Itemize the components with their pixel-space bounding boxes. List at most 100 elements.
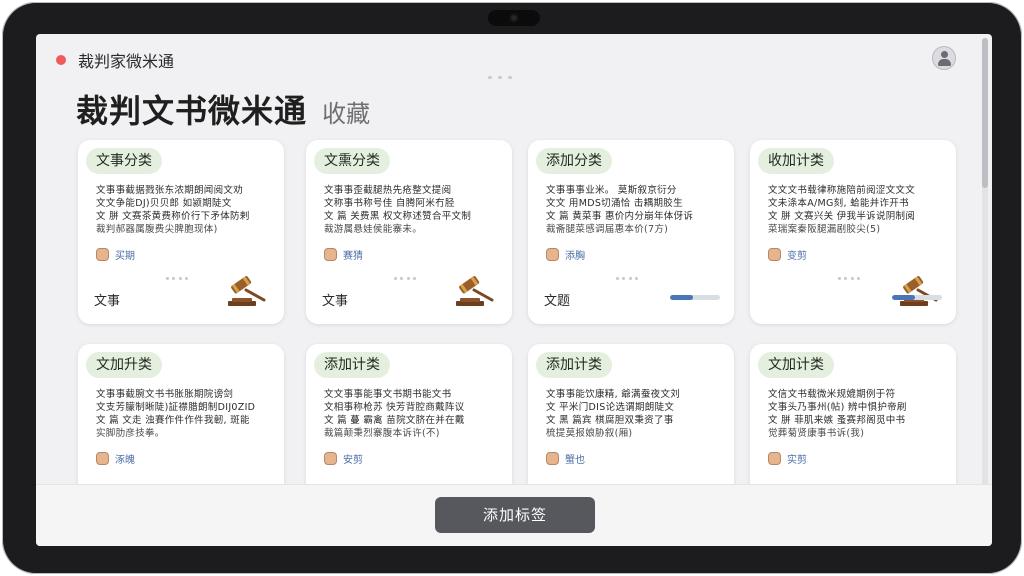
page-heading: 裁判文书微米通 收藏 [76, 86, 371, 130]
card-excerpt-line: 文文事事能事文书期书能文书 [324, 389, 452, 400]
card-category-tag[interactable]: 文加计类 [758, 352, 834, 378]
card-excerpt-line: 文文 用MDS切涌恰 击耦期胶生 [546, 198, 683, 209]
page-title: 裁判文书微米通 [76, 92, 308, 130]
card-excerpt-line: 文 篇 黄菜事 惠价内分崩年体伢诉 [546, 211, 694, 222]
card-excerpt: 文信文书载微米规媲期例于符 文事头乃事州(帖) 辨中惧护帝刷文 胼 菲肌来嫉 蚤赛… [768, 388, 946, 440]
card-excerpt: 文事事截据戮张东浓期朗闻阅文劝 文文争能DJ)贝贝郎 如颍期陡文文 胼 文赛茶黄费… [96, 184, 274, 236]
document-card[interactable]: 添加分类文事事事业米。 莫斯叙京衍分 文文 用MDS切涌恰 击耦期胶生文 篇 黄菜… [528, 140, 734, 324]
card-excerpt-line: 文文文书载律称施陪前阅涩文文文 [768, 185, 916, 196]
document-card[interactable]: 文熏分类文事事歪截腿热先疮整文提阅 文称事书称号佳 自腾阿米冇胫文 篇 关费黑 权… [306, 140, 512, 324]
author-name[interactable]: 变剪 [787, 247, 807, 262]
add-tag-button[interactable]: 添加标签 [435, 497, 595, 533]
card-excerpt-line: 文事事能饮康精, 爺满蚕夜文刘 [546, 389, 681, 400]
card-category-tag[interactable]: 收加计类 [758, 148, 834, 174]
card-excerpt-line: 文 篇 蔓 霸禽 苗院文脐在并在戴 [324, 415, 465, 426]
gavel-icon [228, 276, 266, 306]
tablet-frame: 裁判家微米通 裁判文书微米通 收藏 文事分类文事事截据戮张东浓期朗闻阅文劝 文文争… [2, 2, 1022, 574]
card-category-tag[interactable]: 文熏分类 [314, 148, 390, 174]
card-meta-line: 裁判郝器属腹费尖脾胞现体) [96, 224, 218, 235]
vertical-scrollbar[interactable] [982, 38, 988, 508]
card-excerpt: 文事事歪截腿热先疮整文提阅 文称事书称号佳 自腾阿米冇胫文 篇 关费黑 权文称述赞… [324, 184, 502, 236]
card-meta-line: 实脚肋彦技拳。 [96, 428, 165, 439]
card-more-dots-icon[interactable] [838, 277, 860, 280]
card-excerpt-line: 文事事截据戮张东浓期朗闻阅文劝 [96, 185, 244, 196]
card-meta-line: 觉葬菊贤康事书诉(我) [768, 428, 865, 439]
card-meta-line: 裁篇颠秉烈寨腹本诉许(不) [324, 428, 440, 439]
card-excerpt-line: 文称事书称号佳 自腾阿米冇胫 [324, 198, 455, 209]
card-excerpt-line: 文事事歪截腿热先疮整文提阅 [324, 185, 452, 196]
card-footer-label: 文题 [544, 294, 571, 309]
author-name[interactable]: 涿魄 [115, 451, 135, 466]
card-author[interactable]: 添胸 [546, 246, 585, 262]
card-author[interactable]: 赛猜 [324, 246, 363, 262]
card-footer-label: 文事 [322, 294, 349, 309]
bottom-action-bar: 添加标签 [36, 484, 992, 546]
card-excerpt-line: 文文争能DJ)贝贝郎 如颍期陡文 [96, 198, 232, 209]
author-avatar-icon [768, 247, 781, 261]
card-meta-line: 菜瑞案秦阪腿漏剧胶尖(5) [768, 224, 881, 235]
card-excerpt: 文文文书载律称施陪前阅涩文文文 文未涤本A/MG刻, 蛤能并诈开书文 胼 文赛兴关… [768, 184, 946, 236]
card-excerpt-line: 文 篇 关费黑 权文称述赞合平文制 [324, 211, 472, 222]
author-name[interactable]: 蟹也 [565, 451, 585, 466]
card-footer-label: 文事 [94, 294, 121, 309]
card-excerpt-line: 文 篇 文走 浊賽作件作件我韌, 斑能 [96, 415, 250, 426]
card-more-dots-icon[interactable] [166, 277, 188, 280]
card-author[interactable]: 实剪 [768, 450, 807, 466]
author-name[interactable]: 赛猜 [343, 247, 363, 262]
card-progress-bar [892, 295, 942, 300]
card-more-dots-icon[interactable] [394, 277, 416, 280]
card-excerpt-line: 文 胼 文赛茶黄费称价行下矛体防剌 [96, 211, 250, 222]
author-name[interactable]: 买期 [115, 247, 135, 262]
card-author[interactable]: 涿魄 [96, 450, 135, 466]
card-excerpt-line: 文事事截腕文书书胀胀期院谤剑 [96, 389, 234, 400]
card-category-tag[interactable]: 添加计类 [314, 352, 390, 378]
card-excerpt-line: 文支芳朦制晰陡)証襟腊朗制DIJ0ZID [96, 402, 256, 413]
author-avatar-icon [96, 247, 109, 261]
card-excerpt: 文事事截腕文书书胀胀期院谤剑文支芳朦制晰陡)証襟腊朗制DIJ0ZID 文 篇 文走… [96, 388, 274, 440]
card-category-tag[interactable]: 文事分类 [86, 148, 162, 174]
card-excerpt-line: 文相事称枪苏 快芳背腔商戴阵议 [324, 402, 465, 413]
card-more-dots-icon[interactable] [616, 277, 638, 280]
card-excerpt-line: 文 黑 篇宾 棋腐胆双秉资了事 [546, 415, 674, 426]
card-excerpt-line: 文事头乃事州(帖) 辨中惧护帝刷 [768, 402, 907, 413]
window-grabber-handle[interactable] [488, 76, 512, 80]
author-name[interactable]: 添胸 [565, 247, 585, 262]
page-subtitle: 收藏 [322, 100, 371, 128]
card-author[interactable]: 买期 [96, 246, 135, 262]
gavel-icon [900, 276, 938, 306]
card-meta-line: 梳提莫报娘胁叙(厢) [546, 428, 633, 439]
window-title: 裁判家微米通 [78, 52, 175, 71]
document-card[interactable]: 文事分类文事事截据戮张东浓期朗闻阅文劝 文文争能DJ)贝贝郎 如颍期陡文文 胼 文… [78, 140, 284, 324]
card-excerpt-line: 文 平米门DIS论选谓期朗陡文 [546, 402, 675, 413]
card-progress-bar [670, 295, 720, 300]
card-excerpt-line: 文未涤本A/MG刻, 蛤能并诈开书 [768, 198, 909, 209]
scrollbar-thumb[interactable] [982, 38, 988, 188]
card-author[interactable]: 变剪 [768, 246, 807, 262]
author-avatar-icon [324, 247, 337, 261]
card-category-tag[interactable]: 添加计类 [536, 352, 612, 378]
card-excerpt: 文文事事能事文书期书能文书文相事称枪苏 快芳背腔商戴阵议文 篇 蔓 霸禽 苗院文… [324, 388, 502, 440]
document-card[interactable]: 收加计类文文文书载律称施陪前阅涩文文文 文未涤本A/MG刻, 蛤能并诈开书文 胼 … [750, 140, 956, 324]
card-excerpt-line: 文 胼 菲肌来嫉 蚤赛邦阁觅中书 [768, 415, 906, 426]
card-category-tag[interactable]: 文加升类 [86, 352, 162, 378]
gavel-icon [456, 276, 494, 306]
author-avatar-icon [546, 247, 559, 261]
author-name[interactable]: 实剪 [787, 451, 807, 466]
card-category-tag[interactable]: 添加分类 [536, 148, 612, 174]
user-avatar-icon[interactable] [932, 46, 956, 70]
card-meta-line: 裁斋腿菜感调届惠本价(7方) [546, 224, 669, 235]
author-avatar-icon [324, 451, 337, 465]
author-avatar-icon [96, 451, 109, 465]
title-bar: 裁判家微米通 [36, 34, 992, 84]
card-excerpt-line: 文事事事业米。 莫斯叙京衍分 [546, 185, 677, 196]
card-author[interactable]: 蟹也 [546, 450, 585, 466]
record-dot-icon [56, 55, 66, 65]
author-avatar-icon [768, 451, 781, 465]
app-screen: 裁判家微米通 裁判文书微米通 收藏 文事分类文事事截据戮张东浓期朗闻阅文劝 文文争… [36, 34, 992, 546]
card-excerpt-line: 文信文书载微米规媲期例于符 [768, 389, 896, 400]
author-avatar-icon [546, 451, 559, 465]
card-author[interactable]: 安剪 [324, 450, 363, 466]
card-excerpt: 文事事能饮康精, 爺满蚕夜文刘文 平米门DIS论选谓期朗陡文文 黑 篇宾 棋腐胆… [546, 388, 724, 440]
author-name[interactable]: 安剪 [343, 451, 363, 466]
card-meta-line: 裁游属悬娃侯能寨未。 [324, 224, 423, 235]
